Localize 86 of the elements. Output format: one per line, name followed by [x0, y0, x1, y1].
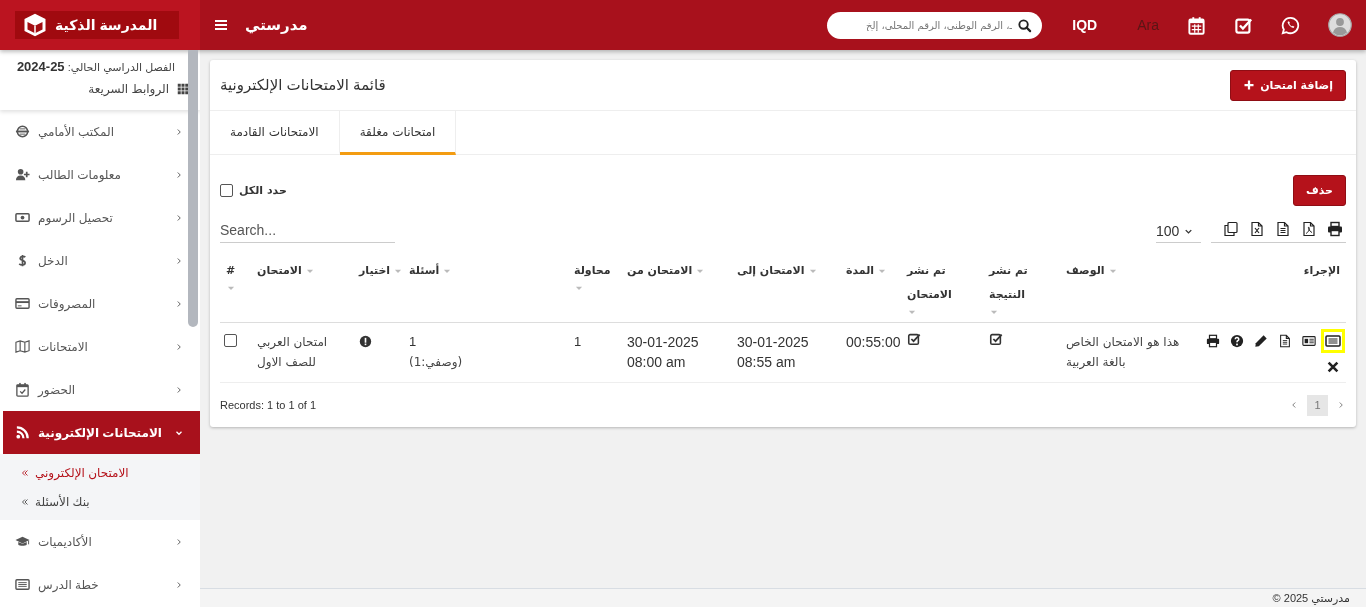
check-square-icon [1234, 15, 1253, 35]
excel-file-icon[interactable] [1249, 221, 1265, 237]
tab[interactable]: امتحانات مغلقة [339, 111, 457, 155]
copyright-text: مدرستي 2025 © [1272, 592, 1350, 605]
table-cell-text: (وصفي:1) [409, 354, 464, 371]
logo-text: المدرسة الذكية [55, 17, 158, 33]
double-chevron-icon [20, 467, 30, 478]
column-header[interactable]: الامتحان من [627, 259, 693, 283]
search-icon [1017, 17, 1033, 33]
banknote-icon [15, 210, 30, 225]
grid-icon[interactable] [177, 83, 189, 95]
row-checkbox[interactable] [224, 334, 237, 347]
table-cell-text: امتحان العربي للصف الاول [257, 334, 329, 371]
page-size-select[interactable]: 100 [1156, 223, 1201, 243]
page-title: قائمة الامتحانات الإلكترونية [220, 76, 386, 94]
app-name: مدرستي [245, 16, 308, 34]
table-cell-text: 30-01-2025 08:00 am [627, 333, 700, 372]
table-cell-text: هذا هو الامتحان الخاص بالغة العربية [1066, 334, 1181, 372]
add-exam-button[interactable]: إضافة امتحان [1230, 69, 1346, 101]
print-icon[interactable] [1327, 221, 1343, 237]
copy-icon[interactable] [1223, 221, 1239, 237]
graduation-cap-icon [15, 534, 30, 549]
column-header[interactable]: الوصف [1066, 259, 1105, 283]
scrollbar-thumb[interactable] [188, 50, 198, 327]
edit-icon[interactable] [1254, 334, 1268, 348]
calendar-icon [1187, 15, 1206, 35]
close-icon[interactable] [1326, 360, 1340, 374]
sidebar-item[interactable]: المكتب الأمامي [0, 110, 200, 153]
user-plus-icon [15, 167, 30, 182]
chat-icon [1281, 15, 1300, 35]
submenu-item[interactable]: بنك الأسئلة [0, 487, 200, 516]
delete-button[interactable]: حذف [1292, 175, 1346, 206]
double-chevron-icon [20, 496, 30, 507]
table-cell: 00:55:00 [846, 334, 901, 350]
quick-links-label[interactable]: الروابط السريعة [88, 82, 169, 96]
plus-icon [1243, 79, 1256, 91]
sidebar-item[interactable]: الأكاديميات [0, 520, 200, 563]
info-icon[interactable] [359, 335, 372, 348]
print-icon[interactable] [1206, 334, 1220, 348]
menu-icon [213, 17, 229, 33]
text-file-icon[interactable] [1275, 221, 1291, 237]
credit-card-icon [15, 296, 30, 311]
check-square-button[interactable] [1234, 15, 1253, 35]
sidebar-item[interactable]: الامتحانات [0, 325, 200, 368]
sidebar-item[interactable]: خطة الدرس [0, 563, 200, 606]
tab[interactable]: الامتحانات القادمة [210, 111, 340, 155]
column-header[interactable]: محاولة [574, 259, 611, 283]
calendar-button[interactable] [1187, 15, 1206, 35]
column-header[interactable]: الإجراء [1303, 259, 1340, 283]
table-cell-text: 30-01-2025 08:55 am [737, 333, 810, 372]
column-header[interactable]: تم نشر الامتحان [907, 259, 975, 307]
table-cell: 1 [574, 334, 582, 349]
column-header[interactable]: المدة [846, 259, 875, 283]
column-header[interactable]: # [226, 259, 236, 283]
sidebar-item[interactable]: المصروفات [0, 282, 200, 325]
search-bar[interactable]: ـ، الرقم الوطني، الرقم المحلي، إلخ [827, 11, 1043, 39]
map-icon [15, 339, 30, 354]
rss-icon [15, 425, 30, 440]
column-header[interactable]: أسئلة [409, 259, 440, 283]
column-header[interactable]: الامتحان إلى [737, 259, 805, 283]
table-cell-text: 1 [409, 333, 418, 351]
chat-button[interactable] [1281, 15, 1300, 35]
checkbox[interactable] [220, 184, 233, 197]
sidebar-item[interactable]: الامتحانات الإلكترونية [3, 411, 200, 454]
sidebar-item[interactable]: الحضور [0, 368, 200, 411]
help-icon[interactable] [1230, 334, 1244, 348]
submenu-item[interactable]: الامتحان الإلكتروني [0, 458, 200, 487]
sidebar-item[interactable]: الدخل [0, 239, 200, 282]
currency-selector[interactable]: IQD [1072, 17, 1098, 33]
sidebar-item[interactable]: تحصيل الرسوم [0, 196, 200, 239]
page-button[interactable]: 1 [1307, 394, 1328, 416]
column-header[interactable]: الامتحان [257, 259, 302, 283]
column-header[interactable]: اختيار [359, 259, 391, 283]
records-label: Records: 1 to 1 of 1 [220, 399, 316, 411]
column-header[interactable]: تم نشر النتيجة [989, 259, 1057, 307]
menu-button[interactable] [213, 17, 229, 33]
desk-icon [15, 124, 30, 139]
avatar-icon[interactable] [1328, 13, 1352, 37]
list-icon[interactable] [1321, 329, 1345, 353]
id-card-icon[interactable] [1302, 334, 1316, 348]
calendar-check-icon [15, 382, 30, 397]
list-icon [15, 577, 30, 592]
select-all-label[interactable]: حدد الكل [239, 184, 287, 197]
sidebar-item[interactable]: معلومات الطالب [0, 153, 200, 196]
pdf-file-icon[interactable] [1301, 221, 1317, 237]
document-icon[interactable] [1278, 334, 1292, 348]
